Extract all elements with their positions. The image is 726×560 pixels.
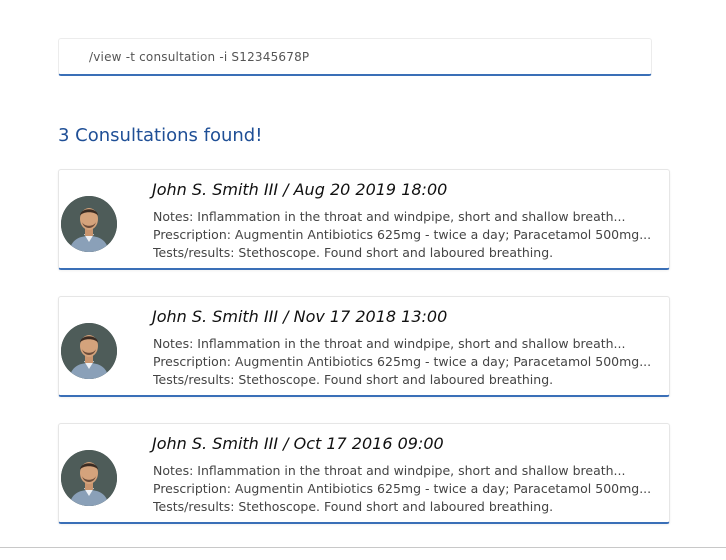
person-avatar-icon <box>61 196 117 252</box>
consultation-notes: Notes: Inflammation in the throat and wi… <box>153 209 626 224</box>
person-avatar-icon <box>61 323 117 379</box>
consultation-prescription: Prescription: Augmentin Antibiotics 625m… <box>153 481 652 496</box>
consultation-title: John S. Smith III / Aug 20 2019 18:00 <box>152 180 448 199</box>
consultation-notes: Notes: Inflammation in the throat and wi… <box>153 463 626 478</box>
consultation-tests: Tests/results: Stethoscope. Found short … <box>153 245 554 260</box>
consultation-card[interactable]: John S. Smith III / Oct 17 2016 09:00 No… <box>58 423 670 524</box>
consultation-card[interactable]: John S. Smith III / Aug 20 2019 18:00 No… <box>58 169 670 270</box>
consultation-notes: Notes: Inflammation in the throat and wi… <box>153 336 626 351</box>
results-heading: 3 Consultations found! <box>58 125 263 146</box>
consultation-title: John S. Smith III / Nov 17 2018 13:00 <box>152 307 448 326</box>
person-avatar-icon <box>61 450 117 506</box>
bottom-divider <box>0 547 726 548</box>
command-input[interactable]: /view -t consultation -i S12345678P <box>58 38 652 76</box>
consultation-prescription: Prescription: Augmentin Antibiotics 625m… <box>153 354 652 369</box>
command-text: /view -t consultation -i S12345678P <box>89 50 310 64</box>
consultation-tests: Tests/results: Stethoscope. Found short … <box>153 499 554 514</box>
consultation-card[interactable]: John S. Smith III / Nov 17 2018 13:00 No… <box>58 296 670 397</box>
consultation-title: John S. Smith III / Oct 17 2016 09:00 <box>152 434 444 453</box>
consultation-prescription: Prescription: Augmentin Antibiotics 625m… <box>153 227 652 242</box>
consultation-tests: Tests/results: Stethoscope. Found short … <box>153 372 554 387</box>
